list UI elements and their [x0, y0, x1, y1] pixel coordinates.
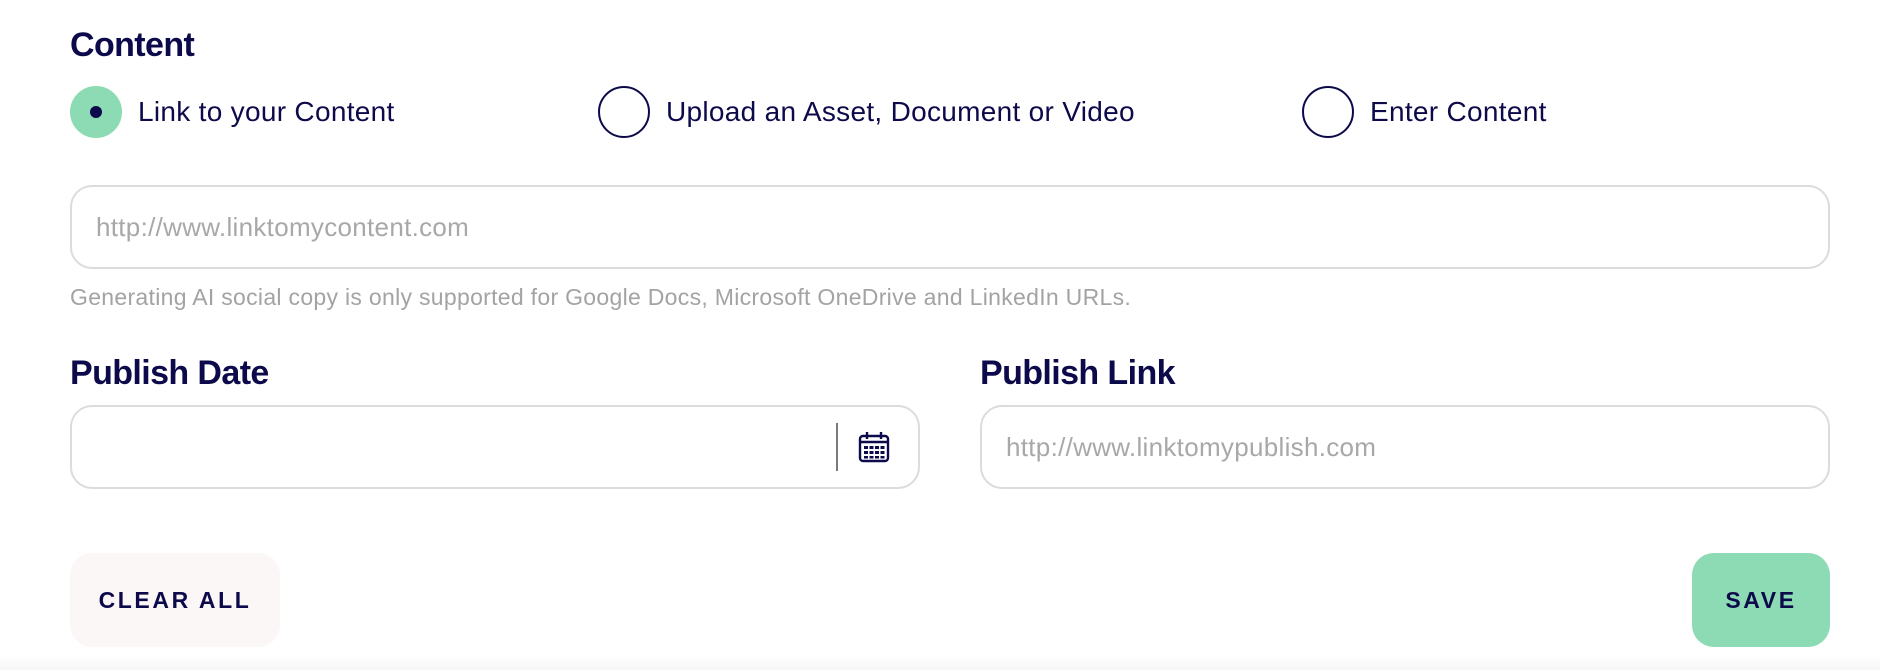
- radio-upload-asset[interactable]: Upload an Asset, Document or Video: [598, 86, 1135, 138]
- date-field-divider: [836, 423, 838, 471]
- content-form: Content Link to your Content Upload an A…: [0, 0, 1880, 670]
- calendar-icon[interactable]: [854, 427, 894, 467]
- radio-label-link: Link to your Content: [138, 96, 395, 127]
- publish-date-input[interactable]: [72, 407, 832, 487]
- save-button[interactable]: SAVE: [1692, 553, 1830, 647]
- radio-label-upload: Upload an Asset, Document or Video: [666, 96, 1135, 127]
- publish-date-title: Publish Date: [70, 354, 269, 392]
- clear-all-button[interactable]: CLEAR ALL: [70, 553, 280, 647]
- publish-date-field: [70, 405, 920, 489]
- content-link-input[interactable]: [70, 185, 1830, 269]
- bottom-edge-shade: [0, 656, 1880, 670]
- content-section-title: Content: [70, 26, 195, 64]
- publish-link-title: Publish Link: [980, 354, 1176, 392]
- publish-link-input[interactable]: [980, 405, 1830, 489]
- radio-link-content[interactable]: Link to your Content: [70, 86, 395, 138]
- radio-button-checked[interactable]: [70, 86, 122, 138]
- radio-dot-icon: [90, 106, 102, 118]
- radio-button-unchecked[interactable]: [1302, 86, 1354, 138]
- helper-text: Generating AI social copy is only suppor…: [70, 284, 1132, 310]
- radio-label-enter: Enter Content: [1370, 96, 1547, 127]
- radio-button-unchecked[interactable]: [598, 86, 650, 138]
- radio-enter-content[interactable]: Enter Content: [1302, 86, 1547, 138]
